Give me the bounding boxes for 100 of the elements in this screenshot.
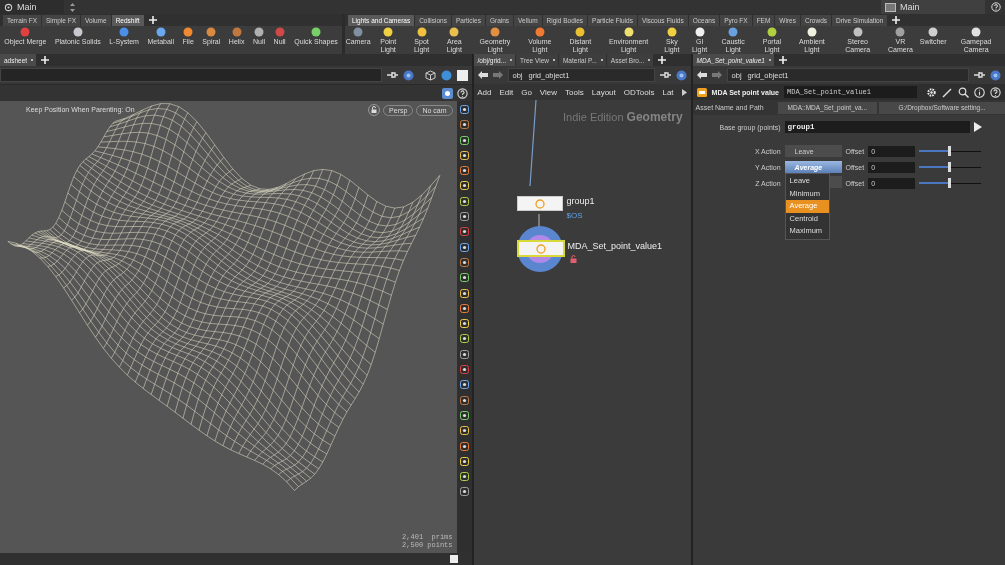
offset-slider[interactable] (919, 178, 982, 188)
desktop-name: Main (17, 2, 37, 12)
disc-icon (623, 27, 634, 37)
toolbar-icon[interactable] (459, 472, 469, 482)
forward-arrow-icon[interactable] (711, 71, 722, 79)
pin-icon[interactable] (659, 71, 671, 79)
toolbar-icon[interactable] (459, 487, 469, 497)
desktop-selector[interactable]: Main (0, 0, 64, 14)
disc-icon (449, 27, 460, 37)
scene-icon[interactable] (441, 87, 453, 99)
pin-icon[interactable] (386, 71, 398, 79)
menu-item[interactable]: Go (521, 87, 532, 97)
menu-item[interactable]: Lat (662, 87, 674, 97)
disc-icon (274, 27, 285, 37)
globe-icon[interactable] (440, 69, 452, 81)
offset-slider[interactable] (919, 162, 982, 172)
help-icon[interactable] (456, 87, 468, 99)
toolbar-icon[interactable] (459, 120, 469, 130)
link-icon[interactable] (990, 69, 1001, 81)
disc-icon (694, 27, 705, 37)
toolbar-icon[interactable] (459, 395, 469, 405)
target-icon (4, 2, 13, 12)
toolbar-icon[interactable] (459, 349, 469, 359)
toolbar-icon[interactable] (459, 334, 469, 344)
toolbar-icon[interactable] (459, 410, 469, 420)
disc-icon (155, 27, 166, 37)
toolbar-icon[interactable] (459, 257, 469, 267)
toolbar-icon[interactable] (459, 150, 469, 160)
gear-icon[interactable] (926, 86, 937, 98)
toolbar-icon[interactable] (459, 380, 469, 390)
back-arrow-icon[interactable] (477, 71, 488, 79)
menu-item[interactable]: Add (477, 87, 492, 97)
disc-icon (728, 27, 739, 37)
more-arrow-icon[interactable] (681, 88, 687, 96)
disc-icon (928, 27, 939, 37)
square-icon[interactable] (456, 69, 468, 81)
disc-icon (806, 27, 817, 37)
info-icon[interactable] (974, 86, 985, 98)
menu-item[interactable]: Tools (565, 87, 584, 97)
back-arrow-icon[interactable] (696, 71, 707, 79)
node-name: MDA_Set_point_value1 (567, 241, 663, 251)
toolbar-icon[interactable] (459, 365, 469, 375)
disc-icon (416, 27, 427, 37)
menu-item[interactable]: View (539, 87, 558, 97)
context-label: Geometry (626, 110, 683, 124)
search-icon[interactable] (958, 86, 969, 98)
cube-icon[interactable] (424, 69, 436, 81)
disc-icon (72, 27, 83, 37)
node-comment: $OS (566, 211, 583, 220)
disc-icon (852, 27, 863, 37)
stepper-icon[interactable] (70, 2, 75, 12)
menu-item[interactable]: Edit (499, 87, 514, 97)
toolbar-icon[interactable] (459, 242, 469, 252)
toolbar-icon[interactable] (459, 105, 469, 114)
network-node[interactable] (516, 240, 565, 257)
disc-icon (20, 27, 31, 37)
plus-icon[interactable] (148, 16, 157, 24)
plus-icon[interactable] (778, 56, 787, 64)
disc-icon (666, 27, 677, 37)
help-icon[interactable] (990, 86, 1001, 98)
brush-icon[interactable] (942, 86, 953, 98)
plus-icon[interactable] (658, 56, 667, 64)
offset-slider[interactable] (919, 146, 982, 156)
link-icon[interactable] (402, 69, 414, 81)
slider-thumb[interactable] (948, 178, 952, 188)
slider-thumb[interactable] (948, 146, 952, 156)
link-icon[interactable] (675, 69, 687, 81)
toolbar-icon[interactable] (459, 441, 469, 451)
desktop-icon (885, 2, 896, 12)
toolbar-icon[interactable] (459, 135, 469, 145)
desktop-selector[interactable]: Main (881, 0, 985, 14)
help-icon[interactable] (991, 2, 1001, 12)
disc-icon (490, 27, 500, 37)
slider-thumb[interactable] (948, 162, 952, 172)
toolbar-icon[interactable] (459, 212, 469, 222)
plus-icon[interactable] (41, 56, 50, 64)
pin-icon[interactable] (974, 71, 985, 79)
disc-icon (895, 27, 906, 37)
menu-item[interactable]: ODTools (623, 87, 655, 97)
disc-icon (311, 27, 321, 37)
square-icon[interactable] (449, 555, 458, 563)
path-field[interactable] (0, 68, 382, 82)
disc-icon (231, 27, 242, 37)
ring-icon (533, 243, 548, 254)
toolbar-icon[interactable] (459, 273, 469, 283)
toolbar-icon[interactable] (459, 303, 469, 313)
lock-icon[interactable] (368, 104, 381, 116)
plus-icon[interactable] (892, 16, 901, 24)
toolbar-icon[interactable] (459, 166, 469, 176)
toolbar-icon[interactable] (459, 227, 469, 237)
disc-icon (534, 27, 545, 37)
toolbar-icon[interactable] (459, 196, 469, 206)
toolbar-icon[interactable] (459, 426, 469, 436)
forward-arrow-icon[interactable] (492, 71, 503, 79)
toolbar-icon[interactable] (459, 288, 469, 298)
network-node[interactable] (516, 196, 563, 211)
arrow-cursor-icon[interactable] (973, 122, 982, 132)
ring-icon (532, 198, 547, 209)
disc-icon (575, 27, 586, 37)
menu-item[interactable]: Layout (591, 87, 616, 97)
